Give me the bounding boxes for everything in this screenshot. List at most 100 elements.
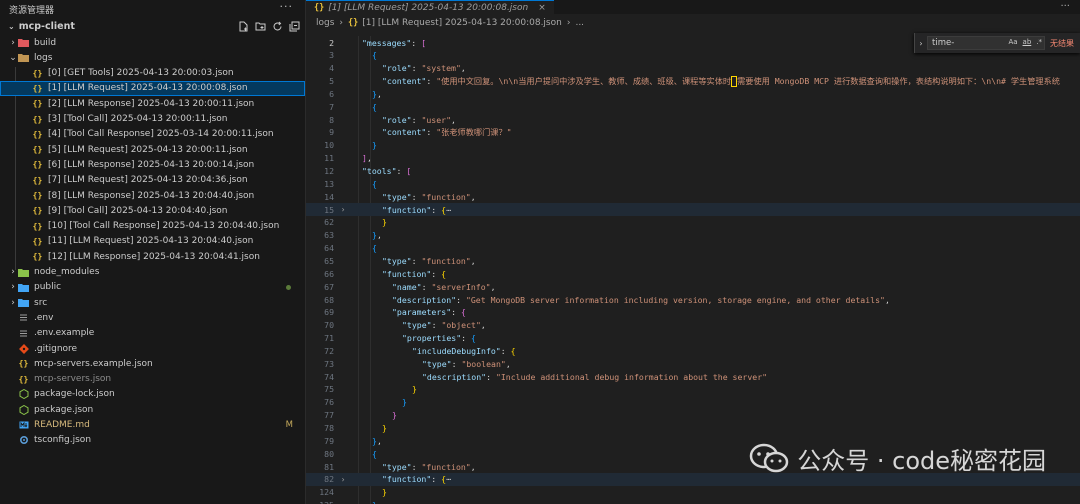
json-file-icon: {}: [32, 191, 43, 200]
tree-file[interactable]: README.md M: [0, 418, 305, 433]
fold-expand-icon[interactable]: ›: [334, 205, 352, 214]
json-punctuation: :: [411, 461, 422, 472]
json-file-icon: {}: [18, 359, 29, 369]
line-number: 73: [324, 358, 334, 369]
use-regex-button[interactable]: .*: [1036, 38, 1042, 46]
json-punctuation: :: [426, 76, 437, 87]
code-line[interactable]: 10}: [306, 139, 1080, 152]
tree-file[interactable]: tsconfig.json: [0, 433, 305, 448]
json-key: "parameters": [392, 307, 452, 318]
code-line[interactable]: 4 "role": "system",: [306, 62, 1080, 75]
json-key: "type": [382, 461, 412, 472]
new-folder-icon[interactable]: [254, 20, 267, 33]
tree-item-label: mcp-servers.example.json: [34, 358, 153, 369]
tree-file[interactable]: {} [5] [LLM Request] 2025-04-13 20:00:11.…: [0, 142, 305, 157]
tree-folder[interactable]: › node_modules: [0, 265, 305, 280]
code-line[interactable]: 70 "type": "object",: [306, 319, 1080, 332]
tree-folder[interactable]: › src: [0, 295, 305, 310]
code-line[interactable]: 14 "type": "function",: [306, 190, 1080, 203]
json-file-icon: {}: [348, 18, 359, 28]
tree-file[interactable]: {} [0] [GET Tools] 2025-04-13 20:00:03.js…: [0, 66, 305, 81]
code-line[interactable]: 78}: [306, 422, 1080, 435]
code-line[interactable]: 5 "content": "使用中文回复。\n\n当用户提问中涉及学生、教师、成绩…: [306, 75, 1080, 88]
workspace-root[interactable]: ⌄ mcp-client: [0, 18, 305, 35]
new-file-icon[interactable]: [237, 20, 250, 33]
code-line[interactable]: 7{: [306, 100, 1080, 113]
code-line[interactable]: 65 "type": "function",: [306, 254, 1080, 267]
tree-file[interactable]: package.json: [0, 402, 305, 417]
code-line[interactable]: 15 › "function": {⋯: [306, 203, 1080, 217]
code-line[interactable]: 125},: [306, 499, 1080, 504]
code-line[interactable]: 13 {: [306, 177, 1080, 190]
tree-file[interactable]: {} [2] [LLM Response] 2025-04-13 20:00:11…: [0, 96, 305, 111]
editor-more-actions-button[interactable]: ···: [1060, 1, 1070, 12]
tree-file[interactable]: package-lock.json: [0, 387, 305, 402]
json-file-icon: {}: [32, 145, 43, 155]
tree-file[interactable]: .gitignore: [0, 341, 305, 356]
tree-file[interactable]: {} mcp-servers.json: [0, 372, 305, 387]
code-line[interactable]: 72 "includeDebugInfo": {: [306, 344, 1080, 357]
close-tab-icon[interactable]: ×: [538, 3, 546, 13]
tree-file[interactable]: .env.example: [0, 326, 305, 341]
code-line[interactable]: 69 "parameters": {: [306, 306, 1080, 319]
editor-tab-active[interactable]: {} [1] [LLM Request] 2025-04-13 20:00:08…: [306, 0, 554, 14]
code-line[interactable]: 76}: [306, 396, 1080, 409]
tree-folder[interactable]: ⌄ logs: [0, 50, 305, 65]
code-line[interactable]: 9 "content": "张老师教哪门课？": [306, 126, 1080, 139]
breadcrumb-folder[interactable]: logs: [316, 18, 334, 28]
tree-folder[interactable]: › build: [0, 35, 305, 50]
code-editor[interactable]: 2 "messages": [3{4 "role": "system", 5 "cont…: [306, 36, 1080, 504]
find-input[interactable]: time- Aa ab .*: [927, 36, 1045, 50]
json-punctuation: }: [372, 140, 377, 151]
more-actions-button[interactable]: ···: [280, 0, 294, 13]
tree-file[interactable]: {} [9] [Tool Call] 2025-04-13 20:04:40.js…: [0, 203, 305, 218]
match-whole-word-button[interactable]: ab: [1023, 38, 1032, 46]
tree-file[interactable]: {} [12] [LLM Response] 2025-04-13 20:04:4…: [0, 249, 305, 264]
code-line[interactable]: 77}: [306, 409, 1080, 422]
tree-file[interactable]: {} [8] [LLM Response] 2025-04-13 20:04:40…: [0, 188, 305, 203]
find-widget: › time- Aa ab .* 无结果: [914, 33, 1080, 53]
json-string: "Get MongoDB server information includin…: [465, 294, 885, 305]
tree-file[interactable]: {} [6] [LLM Response] 2025-04-13 20:00:14…: [0, 157, 305, 172]
code-line[interactable]: 66 "function": {: [306, 267, 1080, 280]
line-number: 125: [306, 500, 334, 504]
toggle-replace-icon[interactable]: ›: [915, 39, 927, 48]
tree-file[interactable]: {} [3] [Tool Call] 2025-04-13 20:00:11.js…: [0, 112, 305, 127]
breadcrumb-symbol[interactable]: ...: [575, 18, 584, 28]
json-key: "name": [392, 281, 422, 292]
tree-file[interactable]: .env: [0, 310, 305, 325]
code-line[interactable]: 124}: [306, 486, 1080, 499]
tree-file[interactable]: {} [1] [LLM Request] 2025-04-13 20:00:08.…: [0, 80, 305, 96]
json-file-icon: {}: [32, 129, 43, 139]
code-line[interactable]: 8 "role": "user",: [306, 113, 1080, 126]
code-line[interactable]: 71 "properties": {: [306, 332, 1080, 345]
tree-file[interactable]: {} [11] [LLM Request] 2025-04-13 20:04:40…: [0, 234, 305, 249]
code-text: {: [372, 102, 377, 112]
tree-file[interactable]: {} mcp-servers.example.json: [0, 356, 305, 371]
tree-folder[interactable]: › public: [0, 280, 305, 295]
code-line[interactable]: 74 "description": "Include additional deb…: [306, 370, 1080, 383]
code-line[interactable]: 63},: [306, 229, 1080, 242]
code-line[interactable]: 12 "tools": [: [306, 165, 1080, 178]
match-case-button[interactable]: Aa: [1008, 38, 1017, 46]
code-line[interactable]: 67 "name": "serverInfo",: [306, 280, 1080, 293]
code-line[interactable]: 68 "description": "Get MongoDB server inf…: [306, 293, 1080, 306]
tree-item-label: [2] [LLM Response] 2025-04-13 20:00:11.j…: [48, 98, 255, 109]
code-line[interactable]: 73 "type": "boolean",: [306, 357, 1080, 370]
tree-file[interactable]: {} [7] [LLM Request] 2025-04-13 20:04:36.…: [0, 173, 305, 188]
fold-expand-icon[interactable]: ›: [334, 475, 352, 484]
code-line[interactable]: 6},: [306, 87, 1080, 100]
code-line[interactable]: 64 {: [306, 242, 1080, 255]
tree-file[interactable]: {} [4] [Tool Call Response] 2025-03-14 20…: [0, 127, 305, 142]
code-line[interactable]: 62}: [306, 216, 1080, 229]
tree-item-label: [1] [LLM Request] 2025-04-13 20:00:08.js…: [48, 83, 248, 94]
code-line[interactable]: 75}: [306, 383, 1080, 396]
json-string: "user": [421, 114, 452, 125]
refresh-icon[interactable]: [271, 20, 284, 33]
json-punctuation: {: [461, 307, 466, 318]
json-punctuation: ,: [376, 230, 382, 241]
collapse-all-icon[interactable]: [288, 20, 301, 33]
breadcrumb-file[interactable]: [1] [LLM Request] 2025-04-13 20:00:08.js…: [362, 18, 562, 28]
tree-file[interactable]: {} [10] [Tool Call Response] 2025-04-13 2…: [0, 219, 305, 234]
code-line[interactable]: 11],: [306, 152, 1080, 165]
